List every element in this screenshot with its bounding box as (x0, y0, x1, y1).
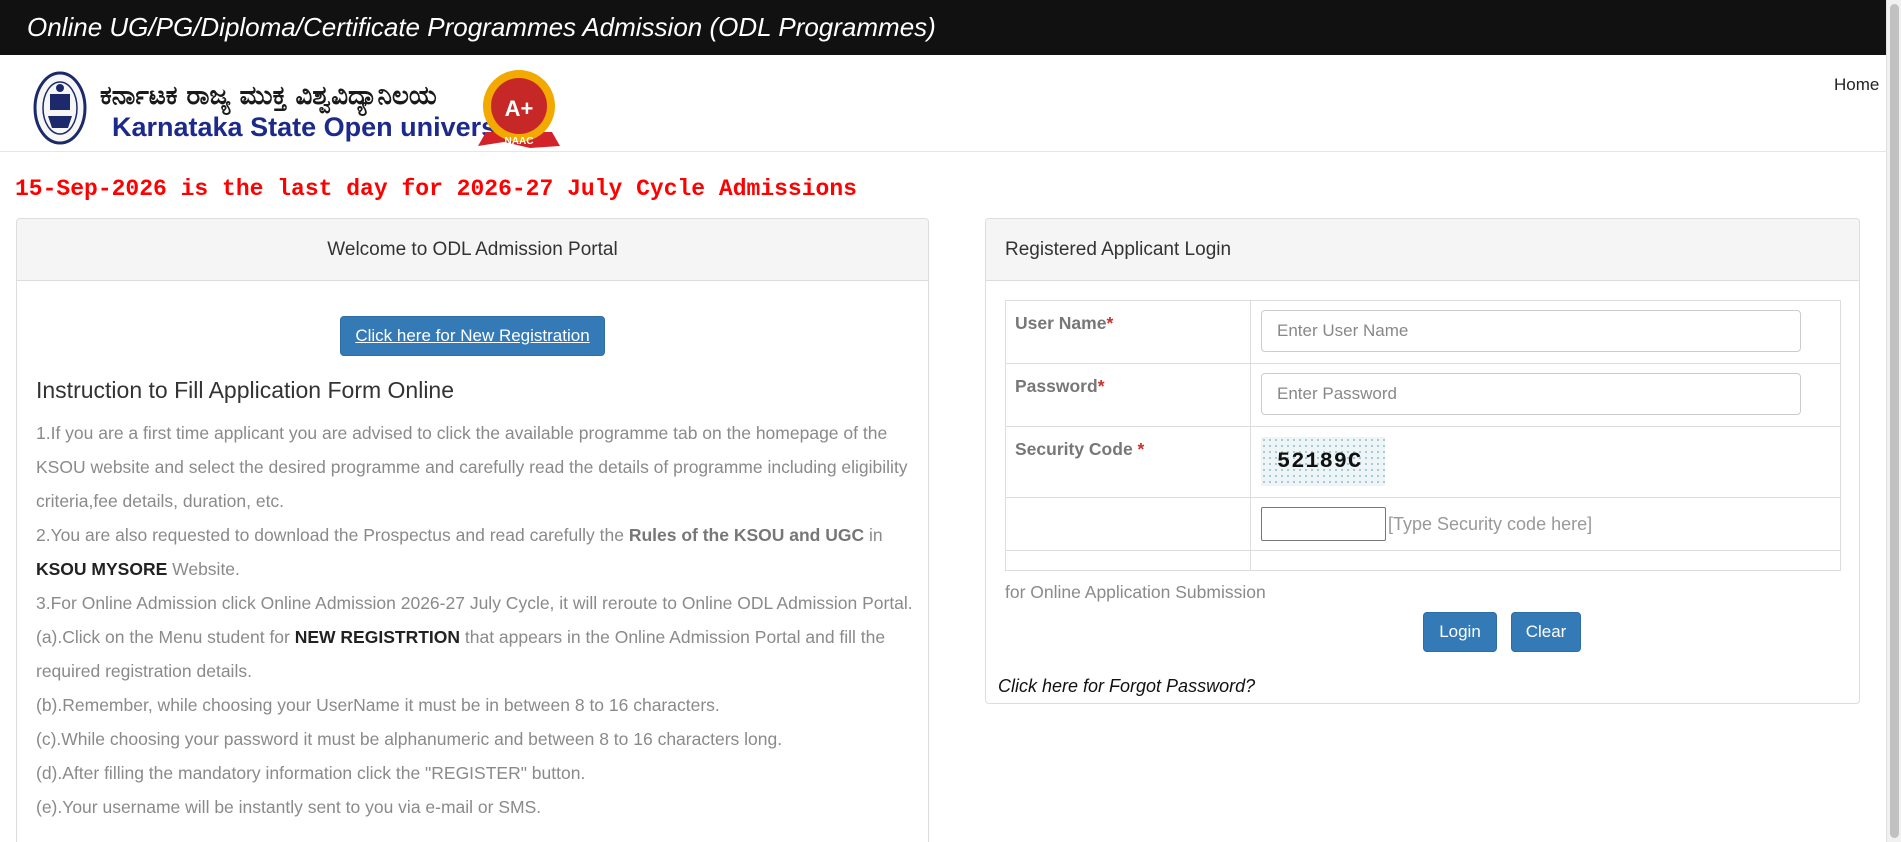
instruction-c: (c).While choosing your password it must… (36, 729, 783, 749)
ksou-mysore-text: KSOU MYSORE (36, 559, 168, 579)
top-banner: Online UG/PG/Diploma/Certificate Program… (0, 0, 1901, 55)
welcome-panel: Welcome to ODL Admission Portal Click he… (16, 218, 929, 842)
nav-home-link[interactable]: Home (1834, 75, 1879, 95)
login-form-table: User Name* Password* Security Code * 521… (1005, 300, 1841, 571)
instruction-1: 1.If you are a first time applicant you … (36, 423, 908, 511)
instruction-2: 2.You are also requested to download the… (36, 525, 883, 579)
portal-title: Online UG/PG/Diploma/Certificate Program… (27, 12, 936, 42)
instruction-e: (e).Your username will be instantly sent… (36, 797, 542, 817)
instructions-title: Instruction to Fill Application Form Onl… (36, 377, 455, 403)
security-code-input[interactable] (1261, 507, 1386, 541)
new-registration-text: NEW REGISTRTION (294, 627, 461, 647)
instruction-a: (a).Click on the Menu student for NEW RE… (36, 627, 886, 681)
captcha-image: 52189C (1261, 437, 1385, 486)
password-input[interactable] (1261, 373, 1801, 415)
rules-ksou-ugc-text: Rules of the KSOU and UGC (628, 525, 865, 545)
username-label: User Name* (1005, 300, 1251, 364)
security-code-hint: [Type Security code here] (1388, 513, 1593, 534)
ksou-logo: ಕರ್ನಾಟಕ ರಾಜ್ಯ ಮುಕ್ತ ವಿಶ್ವವಿದ್ಯಾನಿಲಯ Karn… (33, 70, 560, 148)
submission-note: for Online Application Submission (1005, 582, 1266, 602)
new-registration-button[interactable]: Click here for New Registration (340, 316, 605, 356)
welcome-panel-heading: Welcome to ODL Admission Portal (17, 219, 928, 281)
username-input[interactable] (1261, 310, 1801, 352)
vertical-scrollbar[interactable] (1886, 0, 1901, 842)
password-label: Password* (1005, 363, 1251, 427)
clear-button[interactable]: Clear (1511, 612, 1581, 652)
security-code-label: Security Code * (1005, 426, 1251, 498)
english-name: Karnataka State Open university (112, 112, 528, 142)
instruction-3: 3.For Online Admission click Online Admi… (36, 593, 913, 613)
scrollbar-thumb[interactable] (1890, 4, 1899, 838)
login-button[interactable]: Login (1423, 612, 1497, 652)
login-panel-heading: Registered Applicant Login (986, 219, 1859, 281)
instruction-b: (b).Remember, while choosing your UserNa… (36, 695, 720, 715)
login-panel: Registered Applicant Login User Name* Pa… (985, 218, 1860, 704)
site-header: ಕರ್ನಾಟಕ ರಾಜ್ಯ ಮುಕ್ತ ವಿಶ್ವವಿದ್ಯಾನಿಲಯ Karn… (0, 55, 1901, 152)
instruction-d: (d).After filling the mandatory informat… (36, 763, 586, 783)
admission-deadline-notice: 15-Sep-2026 is the last day for 2026-27 … (15, 176, 857, 202)
naac-grade: A+ (505, 96, 534, 121)
naac-badge-icon: A+ NAAC (478, 70, 560, 148)
forgot-password-link[interactable]: Click here for Forgot Password? (998, 676, 1255, 697)
university-emblem-icon (33, 71, 87, 145)
instructions-list: 1.If you are a first time applicant you … (36, 416, 916, 824)
naac-label: NAAC (505, 136, 534, 147)
